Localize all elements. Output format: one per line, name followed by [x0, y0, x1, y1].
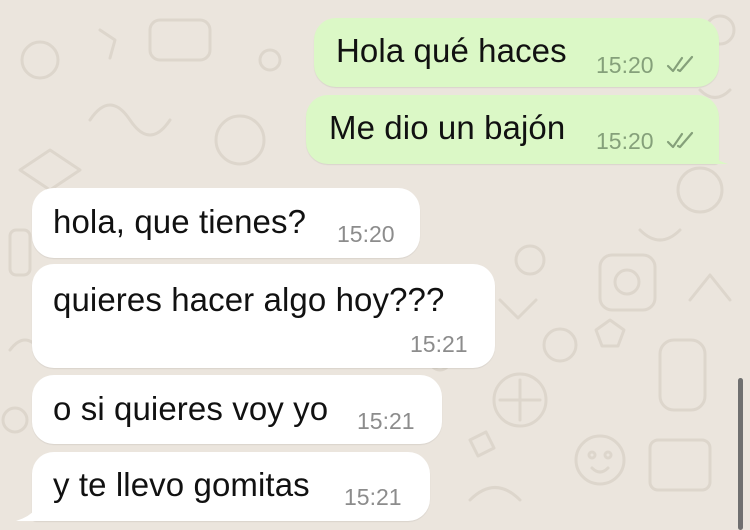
incoming-bubble-tail: [16, 497, 44, 521]
incoming-message[interactable]: quieres hacer algo hoy??? 15:21: [32, 264, 495, 368]
message-text: o si quieres voy yo: [53, 390, 329, 427]
outgoing-message[interactable]: Hola qué haces 15:20: [314, 18, 719, 87]
message-text: hola, que tienes?: [53, 203, 307, 240]
incoming-message[interactable]: o si quieres voy yo 15:21: [32, 375, 442, 444]
outgoing-message[interactable]: Me dio un bajón 15:20: [306, 95, 719, 164]
incoming-message[interactable]: y te llevo gomitas 15:21: [32, 452, 430, 521]
message-timestamp: 15:20: [596, 128, 654, 154]
chat-area[interactable]: Hola qué haces 15:20 Me dio un bajón 15:…: [0, 0, 750, 530]
scrollbar[interactable]: [738, 378, 743, 530]
read-double-check-icon: [666, 131, 694, 149]
incoming-message[interactable]: hola, que tienes? 15:20: [32, 188, 420, 258]
message-text: y te llevo gomitas: [53, 466, 310, 503]
message-timestamp: 15:21: [357, 408, 415, 434]
message-text: quieres hacer algo hoy???: [53, 281, 445, 318]
outgoing-bubble-tail: [700, 140, 728, 164]
message-timestamp: 15:21: [410, 331, 468, 357]
message-text: Hola qué haces: [336, 32, 567, 69]
read-double-check-icon: [666, 55, 694, 73]
message-timestamp: 15:21: [344, 484, 402, 510]
message-timestamp: 15:20: [596, 52, 654, 78]
message-text: Me dio un bajón: [329, 109, 566, 146]
message-timestamp: 15:20: [337, 221, 395, 247]
